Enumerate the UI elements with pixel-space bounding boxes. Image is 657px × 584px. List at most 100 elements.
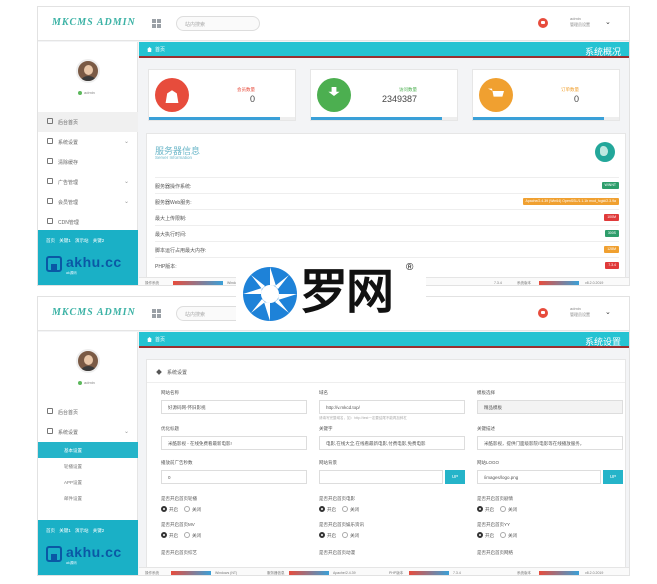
page-title: 系统设置 bbox=[584, 337, 621, 347]
ad-seconds-input[interactable]: 0 bbox=[161, 470, 307, 484]
brand-watermark: akhu.cc ak源码 bbox=[46, 254, 132, 280]
submenu-mail-settings[interactable]: 邮件设置 bbox=[38, 490, 138, 506]
sidebar-item-home[interactable]: 后台首页 bbox=[38, 402, 138, 422]
notification-icon[interactable] bbox=[538, 308, 548, 318]
stat-label: 会员数量 bbox=[237, 87, 255, 92]
chevron-down-icon: ⌄ bbox=[123, 429, 129, 435]
image-icon bbox=[47, 178, 53, 184]
sidebar-quick-links[interactable]: 首页 关键1 演示站 关键2 bbox=[46, 238, 104, 244]
page-title: 系统概况 bbox=[584, 47, 621, 57]
radio-on[interactable] bbox=[319, 532, 325, 538]
radio-off[interactable] bbox=[500, 532, 506, 538]
radio-off[interactable] bbox=[342, 506, 348, 512]
field-label: 是否开启首页动漫 bbox=[319, 550, 355, 555]
field-description: 关键描述米酷影视，提供门面级影院/电影等在线播放服务， bbox=[477, 426, 623, 450]
sidebar-item-members[interactable]: 会员管理 ⌄ bbox=[38, 192, 138, 212]
sidebar-item-cdn[interactable]: CDN管理 bbox=[38, 212, 138, 232]
grid-menu-icon[interactable] bbox=[152, 309, 161, 318]
radio-group-news: 是否开启首页娱乐资讯 开启 关闭 bbox=[319, 522, 465, 539]
online-dot-icon bbox=[78, 380, 82, 385]
field-label: 关键描述 bbox=[477, 426, 495, 431]
radio-off[interactable] bbox=[184, 506, 190, 512]
avatar[interactable] bbox=[76, 349, 100, 373]
radio-on[interactable] bbox=[477, 506, 483, 512]
breadcrumb[interactable]: 首页 bbox=[147, 46, 165, 53]
upload-background-button[interactable]: UP bbox=[445, 470, 465, 484]
sidebar: admin 后台首页 系统设置 ⌄ 清除缓存 广告管理 ⌄ 会员管理 ⌄ CDN管理 … bbox=[38, 42, 138, 285]
avatar[interactable] bbox=[76, 59, 100, 83]
submenu-app-settings[interactable]: APP设置 bbox=[38, 474, 138, 490]
background-input[interactable] bbox=[319, 470, 443, 484]
footer-value: Apache/2.4.39 bbox=[333, 571, 356, 575]
chevron-down-icon[interactable]: ⌄ bbox=[605, 308, 611, 316]
table-icon bbox=[47, 218, 53, 224]
user-menu[interactable]: admin 管理员设置 bbox=[570, 306, 590, 318]
radio-label: 关闭 bbox=[508, 533, 517, 538]
app-logo[interactable]: MKCMS ADMIN bbox=[52, 17, 136, 28]
keywords-input[interactable]: 电影,在线大全,在线看最新电影,付费电影,免费电影 bbox=[319, 436, 465, 450]
sidebar-item-label: 系统设置 bbox=[58, 430, 79, 436]
card-subtitle: Server Information bbox=[155, 155, 193, 160]
radio-group-dramas: 是否开启首页剧情 开启 关闭 bbox=[477, 496, 623, 513]
notification-icon[interactable] bbox=[538, 18, 548, 28]
domain-input[interactable]: http://v.mkcd.top/ bbox=[319, 400, 465, 414]
breadcrumb-home: 首页 bbox=[155, 47, 166, 53]
submenu-carousel-settings[interactable]: 轮播设置 bbox=[38, 458, 138, 474]
breadcrumb[interactable]: 首页 bbox=[147, 336, 165, 343]
site-name-input[interactable]: 好源码网-怀旧影视 bbox=[161, 400, 307, 414]
online-user: admin bbox=[84, 380, 95, 385]
info-row: 最大执行时间: 300S bbox=[155, 225, 619, 241]
brand-text: akhu.cc bbox=[66, 254, 122, 270]
radio-on[interactable] bbox=[477, 532, 483, 538]
radio-on[interactable] bbox=[161, 532, 167, 538]
brand-text: akhu.cc bbox=[66, 544, 122, 560]
template-select[interactable]: 精品模板 bbox=[477, 400, 623, 414]
brand-subtext: ak源码 bbox=[66, 271, 77, 275]
user-menu[interactable]: admin 管理员设置 bbox=[570, 16, 590, 28]
app-logo[interactable]: MKCMS ADMIN bbox=[52, 307, 136, 318]
sidebar-item-settings[interactable]: 系统设置 ⌄ bbox=[38, 132, 138, 152]
radio-group-mv: 是否开启首页MV 开启 关闭 bbox=[161, 522, 307, 539]
sidebar-item-home[interactable]: 后台首页 bbox=[38, 112, 138, 132]
info-badge: WINNT bbox=[601, 182, 619, 189]
stat-value: 0 bbox=[249, 94, 255, 104]
radio-off[interactable] bbox=[184, 532, 190, 538]
radio-group-movies: 是否开启首页电影 开启 关闭 bbox=[319, 496, 465, 513]
description-input[interactable]: 米酷影视，提供门面级影院/电影等在线播放服务， bbox=[477, 436, 623, 450]
radio-label: 开启 bbox=[327, 507, 336, 512]
grid-menu-icon[interactable] bbox=[152, 19, 161, 28]
sidebar-item-label: 系统设置 bbox=[58, 140, 79, 146]
sidebar-item-settings[interactable]: 系统设置 ⌄ bbox=[38, 422, 138, 442]
stat-value: 0 bbox=[573, 94, 579, 104]
users-icon bbox=[47, 198, 53, 204]
footer-label: 服务器信息 bbox=[267, 571, 285, 575]
radio-group-yy: 是否开启首页YY 开启 关闭 bbox=[477, 522, 623, 539]
field-label: 优化标题 bbox=[161, 426, 179, 431]
submenu-basic-settings[interactable]: 基本设置 bbox=[38, 442, 138, 458]
sidebar-quick-links[interactable]: 首页 关键1 演示站 关键2 bbox=[46, 528, 104, 534]
seo-title-input[interactable]: 米酷影视 - 在线免费看最新电影! bbox=[161, 436, 307, 450]
upload-logo-button[interactable]: UP bbox=[603, 470, 623, 484]
sidebar-item-label: CDN管理 bbox=[58, 220, 79, 226]
sidebar-item-label: 清除缓存 bbox=[58, 160, 79, 166]
radio-group-carousel: 是否开启首页轮播 开启 关闭 bbox=[161, 496, 307, 513]
radio-off[interactable] bbox=[342, 532, 348, 538]
info-badge: 300S bbox=[604, 230, 619, 237]
sidebar-item-ads[interactable]: 广告管理 ⌄ bbox=[38, 172, 138, 192]
field-label: 模板选择 bbox=[477, 390, 495, 395]
logo-input[interactable]: /images/logo.png bbox=[477, 470, 601, 484]
radio-label: 开启 bbox=[327, 533, 336, 538]
footer-value: v8.2.0.2019 bbox=[585, 571, 604, 575]
radio-label: 关闭 bbox=[192, 507, 201, 512]
online-status: admin bbox=[78, 90, 95, 95]
settings-form-card: 系统设置 网站名称 好源码网-怀旧影视 域名 http://v.mkcd.top/请… bbox=[146, 359, 626, 569]
field-label: 播放前广告秒数 bbox=[161, 460, 193, 465]
radio-off[interactable] bbox=[500, 506, 506, 512]
online-dot-icon bbox=[78, 90, 82, 95]
radio-on[interactable] bbox=[161, 506, 167, 512]
search-input[interactable]: 站内搜索 bbox=[176, 16, 260, 31]
chevron-down-icon[interactable]: ⌄ bbox=[605, 18, 611, 26]
radio-on[interactable] bbox=[319, 506, 325, 512]
sidebar-item-clear-cache[interactable]: 清除缓存 bbox=[38, 152, 138, 172]
field-label: 网站LOGO bbox=[477, 460, 500, 465]
